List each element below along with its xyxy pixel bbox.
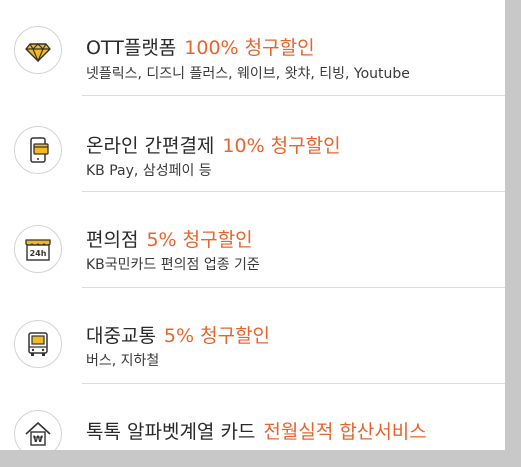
benefit-title-line: OTT플랫폼 100% 청구할인	[86, 33, 315, 60]
benefit-row-convenience-store: 24h 편의점 5% 청구할인 KB국민카드 편의점 업종 기준	[0, 192, 505, 288]
mobile-card-icon	[14, 126, 62, 174]
benefit-title-line: 편의점 5% 청구할인	[86, 225, 253, 252]
benefit-discount: 전월실적 합산서비스	[263, 421, 427, 443]
benefit-subtitle: 버스, 지하철	[86, 353, 160, 369]
benefit-subtitle: KB국민카드 편의점 업종 기준	[86, 257, 260, 273]
benefit-title: OTT플랫폼	[86, 37, 177, 59]
benefit-title: 편의점	[86, 229, 139, 251]
benefit-title-line: 대중교통 5% 청구할인	[86, 321, 270, 348]
benefit-subtitle: 넷플릭스, 디즈니 플러스, 웨이브, 왓챠, 티빙, Youtube	[86, 66, 410, 82]
benefit-discount: 10% 청구할인	[222, 135, 341, 157]
benefit-row-online-pay: 온라인 간편결제 10% 청구할인 KB Pay, 삼성페이 등	[0, 96, 505, 192]
store-24h-icon: 24h	[14, 225, 62, 273]
benefit-row-performance: ₩ 톡톡 알파벳계열 카드 전월실적 합산서비스	[0, 384, 505, 450]
benefit-discount: 5% 청구할인	[163, 325, 271, 347]
benefit-subtitle: KB Pay, 삼성페이 등	[86, 163, 212, 179]
store-24h-label: 24h	[30, 249, 47, 258]
benefit-title-line: 온라인 간편결제 10% 청구할인	[86, 131, 341, 158]
house-won-icon: ₩	[14, 410, 62, 450]
won-symbol: ₩	[33, 435, 43, 445]
benefit-title: 톡톡 알파벳계열 카드	[86, 421, 256, 443]
diamond-icon	[14, 26, 62, 74]
benefits-panel: OTT플랫폼 100% 청구할인 넷플릭스, 디즈니 플러스, 웨이브, 왓챠, …	[0, 0, 505, 450]
bus-icon	[14, 320, 62, 368]
benefit-title-line: 톡톡 알파벳계열 카드 전월실적 합산서비스	[86, 417, 427, 444]
benefit-discount: 100% 청구할인	[184, 37, 315, 59]
benefit-row-ott: OTT플랫폼 100% 청구할인 넷플릭스, 디즈니 플러스, 웨이브, 왓챠, …	[0, 0, 505, 96]
benefit-row-transit: 대중교통 5% 청구할인 버스, 지하철	[0, 288, 505, 384]
benefit-discount: 5% 청구할인	[146, 229, 253, 251]
benefit-title: 온라인 간편결제	[86, 135, 215, 157]
benefit-title: 대중교통	[86, 325, 156, 347]
